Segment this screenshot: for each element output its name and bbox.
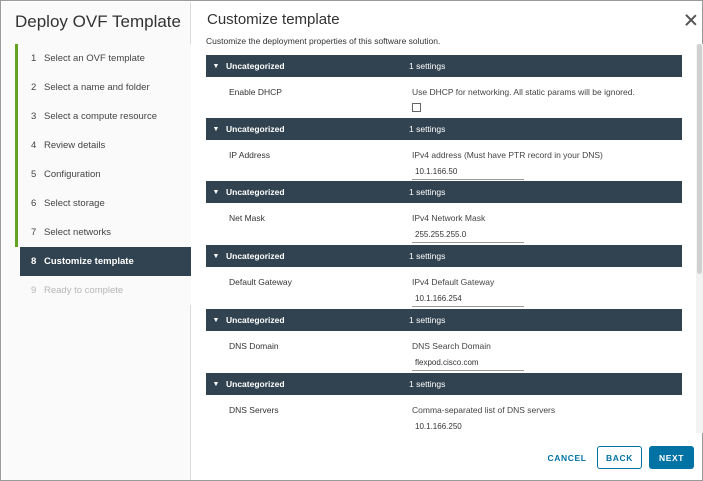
group-body: DNS Servers Comma-separated list of DNS … bbox=[206, 395, 682, 433]
step-label: Configuration bbox=[44, 169, 101, 180]
deploy-ovf-dialog: Deploy OVF Template 1 Select an OVF templ… bbox=[0, 0, 703, 481]
wizard-sidebar: Deploy OVF Template 1 Select an OVF templ… bbox=[2, 2, 191, 480]
step-select-networks[interactable]: 7 Select networks bbox=[15, 218, 191, 247]
step-review-details[interactable]: 4 Review details bbox=[15, 131, 191, 160]
group-body: Enable DHCP Use DHCP for networking. All… bbox=[206, 77, 682, 119]
property-group: ▼ Uncategorized 1 settings DNS Domain DN… bbox=[206, 309, 682, 373]
group-header[interactable]: ▼ Uncategorized 1 settings bbox=[206, 309, 682, 331]
wizard-steps: 1 Select an OVF template 2 Select a name a… bbox=[15, 44, 191, 305]
dns-servers-input[interactable] bbox=[412, 419, 524, 433]
property-group: ▼ Uncategorized 1 settings Enable DHCP U… bbox=[206, 55, 682, 119]
chevron-down-icon[interactable]: ▼ bbox=[206, 126, 226, 133]
net-mask-input[interactable] bbox=[412, 227, 524, 243]
property-label: DNS Servers bbox=[229, 405, 279, 415]
property-description: IPv4 Network Mask bbox=[412, 213, 486, 223]
group-body: DNS Domain DNS Search Domain bbox=[206, 331, 682, 373]
group-header[interactable]: ▼ Uncategorized 1 settings bbox=[206, 245, 682, 267]
step-label: Select a name and folder bbox=[44, 82, 150, 93]
group-name: Uncategorized bbox=[226, 379, 285, 389]
group-name: Uncategorized bbox=[226, 187, 285, 197]
step-label: Customize template bbox=[44, 256, 134, 267]
wizard-title: Deploy OVF Template bbox=[15, 12, 181, 31]
step-number: 1 bbox=[31, 53, 37, 64]
back-button[interactable]: BACK bbox=[597, 446, 642, 469]
property-label: Net Mask bbox=[229, 213, 265, 223]
step-select-storage[interactable]: 6 Select storage bbox=[15, 189, 191, 218]
property-label: Enable DHCP bbox=[229, 87, 282, 97]
group-header[interactable]: ▼ Uncategorized 1 settings bbox=[206, 118, 682, 140]
close-icon[interactable] bbox=[684, 13, 698, 27]
property-group: ▼ Uncategorized 1 settings DNS Servers C… bbox=[206, 373, 682, 433]
scrollbar-thumb[interactable] bbox=[697, 44, 702, 274]
group-name: Uncategorized bbox=[226, 315, 285, 325]
group-count: 1 settings bbox=[409, 379, 446, 389]
group-body: Net Mask IPv4 Network Mask bbox=[206, 203, 682, 245]
step-number: 8 bbox=[31, 256, 37, 267]
step-number: 7 bbox=[31, 227, 37, 238]
chevron-down-icon[interactable]: ▼ bbox=[206, 253, 226, 260]
property-label: Default Gateway bbox=[229, 277, 292, 287]
step-ready-to-complete: 9 Ready to complete bbox=[15, 276, 191, 305]
group-header[interactable]: ▼ Uncategorized 1 settings bbox=[206, 55, 682, 77]
property-description: Use DHCP for networking. All static para… bbox=[412, 87, 635, 97]
property-label: DNS Domain bbox=[229, 341, 279, 351]
property-description: IPv4 address (Must have PTR record in yo… bbox=[412, 150, 603, 160]
group-header[interactable]: ▼ Uncategorized 1 settings bbox=[206, 181, 682, 203]
group-header[interactable]: ▼ Uncategorized 1 settings bbox=[206, 373, 682, 395]
page-title: Customize template bbox=[207, 11, 340, 28]
property-group: ▼ Uncategorized 1 settings IP Address IP… bbox=[206, 118, 682, 182]
chevron-down-icon[interactable]: ▼ bbox=[206, 381, 226, 388]
group-body: IP Address IPv4 address (Must have PTR r… bbox=[206, 140, 682, 182]
step-select-name-folder[interactable]: 2 Select a name and folder bbox=[15, 73, 191, 102]
step-select-compute-resource[interactable]: 3 Select a compute resource bbox=[15, 102, 191, 131]
step-label: Select networks bbox=[44, 227, 112, 238]
step-number: 2 bbox=[31, 82, 37, 93]
dns-domain-input[interactable] bbox=[412, 355, 524, 371]
step-customize-template[interactable]: 8 Customize template bbox=[20, 247, 191, 276]
group-count: 1 settings bbox=[409, 61, 446, 71]
step-label: Review details bbox=[44, 140, 106, 151]
group-count: 1 settings bbox=[409, 251, 446, 261]
properties-list: ▼ Uncategorized 1 settings Enable DHCP U… bbox=[206, 44, 696, 433]
next-button[interactable]: NEXT bbox=[649, 446, 694, 469]
group-name: Uncategorized bbox=[226, 61, 285, 71]
property-description: IPv4 Default Gateway bbox=[412, 277, 495, 287]
group-count: 1 settings bbox=[409, 124, 446, 134]
property-group: ▼ Uncategorized 1 settings Default Gatew… bbox=[206, 245, 682, 309]
step-number: 5 bbox=[31, 169, 37, 180]
chevron-down-icon[interactable]: ▼ bbox=[206, 317, 226, 324]
step-label: Select a compute resource bbox=[44, 111, 158, 122]
chevron-down-icon[interactable]: ▼ bbox=[206, 63, 226, 70]
step-select-ovf-template[interactable]: 1 Select an OVF template bbox=[15, 44, 191, 73]
cancel-button[interactable]: CANCEL bbox=[541, 446, 593, 469]
chevron-down-icon[interactable]: ▼ bbox=[206, 189, 226, 196]
group-name: Uncategorized bbox=[226, 124, 285, 134]
enable-dhcp-checkbox[interactable] bbox=[412, 103, 421, 112]
step-label: Ready to complete bbox=[44, 285, 124, 296]
property-description: Comma-separated list of DNS servers bbox=[412, 405, 556, 415]
step-label: Select storage bbox=[44, 198, 105, 209]
step-label: Select an OVF template bbox=[44, 53, 145, 64]
step-number: 4 bbox=[31, 140, 37, 151]
group-body: Default Gateway IPv4 Default Gateway bbox=[206, 267, 682, 309]
default-gateway-input[interactable] bbox=[412, 291, 524, 307]
vertical-scrollbar[interactable] bbox=[696, 44, 703, 433]
property-description: DNS Search Domain bbox=[412, 341, 491, 351]
step-number: 3 bbox=[31, 111, 37, 122]
property-group: ▼ Uncategorized 1 settings Net Mask IPv4… bbox=[206, 181, 682, 245]
property-label: IP Address bbox=[229, 150, 270, 160]
group-count: 1 settings bbox=[409, 315, 446, 325]
ip-address-input[interactable] bbox=[412, 164, 524, 180]
group-count: 1 settings bbox=[409, 187, 446, 197]
step-number: 6 bbox=[31, 198, 37, 209]
group-name: Uncategorized bbox=[226, 251, 285, 261]
step-configuration[interactable]: 5 Configuration bbox=[15, 160, 191, 189]
step-number: 9 bbox=[31, 285, 37, 296]
